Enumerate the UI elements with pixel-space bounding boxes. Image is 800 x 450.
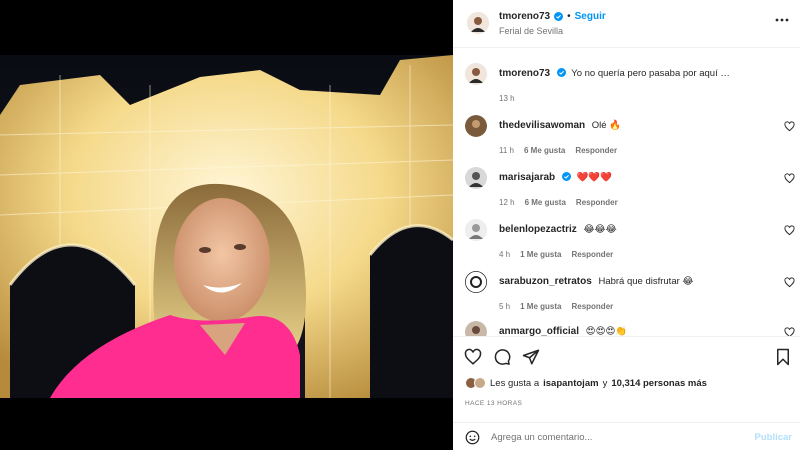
comments-list[interactable]: tmoreno73 Yo no quería pero pasaba por a…	[453, 49, 800, 336]
caption-body: Yo no quería pero pasaba por aquí …	[571, 68, 730, 79]
caption-text: tmoreno73 Yo no quería pero pasaba por a…	[499, 68, 730, 79]
post-author: tmoreno73 • Seguir	[499, 11, 606, 22]
post-location[interactable]: Ferial de Sevilla	[499, 26, 563, 36]
follow-button[interactable]: Seguir	[575, 11, 606, 22]
like-comment-heart-icon[interactable]	[784, 121, 795, 132]
like-comment-heart-icon[interactable]	[784, 327, 795, 336]
reply-button[interactable]: Responder	[575, 146, 617, 155]
share-paper-plane-icon[interactable]	[522, 348, 540, 366]
comment-text: belenlopezactriz 😂😂😂	[499, 224, 617, 235]
verified-badge-icon	[556, 68, 566, 77]
comment-username[interactable]: marisajarab	[499, 172, 555, 183]
like-comment-heart-icon[interactable]	[784, 225, 795, 236]
comment-input[interactable]	[491, 428, 741, 446]
comment-text: marisajarab ❤️❤️❤️	[499, 172, 612, 183]
like-comment-heart-icon[interactable]	[784, 173, 795, 184]
comment-time[interactable]: 11 h	[499, 146, 514, 155]
comment-body: Habrá que disfrutar 😂	[598, 276, 694, 287]
post-timestamp[interactable]: HACE 13 HORAS	[465, 400, 522, 407]
avatar[interactable]	[465, 321, 487, 336]
comment-likes[interactable]: 6 Me gusta	[524, 146, 565, 155]
more-options-icon[interactable]	[774, 14, 790, 26]
comment-body: ❤️❤️❤️	[576, 172, 612, 183]
comment-time[interactable]: 5 h	[499, 302, 510, 311]
likes-prefix: Les gusta a	[490, 377, 540, 389]
like-heart-icon[interactable]	[464, 348, 482, 366]
likes-count[interactable]: 10,314 personas más	[611, 378, 707, 389]
comment-likes[interactable]: 1 Me gusta	[520, 302, 561, 311]
liker-avatar	[474, 377, 486, 389]
comment-meta: 5 h 1 Me gusta Responder	[499, 302, 613, 311]
author-username[interactable]: tmoreno73	[499, 11, 550, 22]
comment-body: 😍😍😍👏	[585, 326, 628, 336]
comment-time[interactable]: 4 h	[499, 250, 510, 259]
likes-summary: Les gusta a isapantojam y 10,314 persona…	[465, 377, 707, 389]
caption-meta: 13 h	[499, 94, 515, 103]
verified-badge-icon	[561, 172, 571, 181]
feria-portada-photo	[0, 55, 453, 398]
avatar[interactable]	[465, 115, 487, 137]
comment-username[interactable]: belenlopezactriz	[499, 224, 577, 235]
caption-time[interactable]: 13 h	[499, 94, 515, 103]
avatar[interactable]	[465, 167, 487, 189]
likes-user[interactable]: isapantojam	[543, 378, 598, 389]
comment-likes[interactable]: 6 Me gusta	[525, 198, 566, 207]
comment-meta: 12 h 6 Me gusta Responder	[499, 198, 618, 207]
post-actions-bar	[453, 336, 800, 376]
comment-meta: 4 h 1 Me gusta Responder	[499, 250, 613, 259]
comment-text: anmargo_official 😍😍😍👏	[499, 326, 627, 336]
avatar[interactable]	[465, 271, 487, 293]
verified-badge-icon	[554, 12, 564, 21]
reply-button[interactable]: Responder	[571, 250, 613, 259]
save-bookmark-icon[interactable]	[774, 348, 792, 366]
likes-connector: y	[602, 377, 608, 389]
reply-button[interactable]: Responder	[576, 198, 618, 207]
comment-time[interactable]: 12 h	[499, 198, 515, 207]
publish-button[interactable]: Publicar	[755, 432, 793, 443]
post-media-panel	[0, 0, 453, 450]
comment-text: thedevilisawoman Olé 🔥	[499, 120, 621, 131]
emoji-smiley-icon[interactable]	[465, 430, 480, 445]
post-details-panel: tmoreno73 • Seguir Ferial de Sevilla tmo…	[453, 0, 800, 450]
comment-username[interactable]: anmargo_official	[499, 326, 579, 336]
comment-text: sarabuzon_retratos Habrá que disfrutar 😂	[499, 276, 694, 287]
post-photo[interactable]	[0, 55, 453, 398]
separator-dot: •	[567, 11, 571, 22]
comment-meta: 11 h 6 Me gusta Responder	[499, 146, 617, 155]
like-comment-heart-icon[interactable]	[784, 277, 795, 288]
comment-composer: Publicar	[453, 422, 800, 450]
comment-likes[interactable]: 1 Me gusta	[520, 250, 561, 259]
comment-bubble-icon[interactable]	[493, 348, 511, 366]
reply-button[interactable]: Responder	[571, 302, 613, 311]
caption-username[interactable]: tmoreno73	[499, 68, 550, 79]
avatar[interactable]	[465, 219, 487, 241]
comment-username[interactable]: sarabuzon_retratos	[499, 276, 592, 287]
comment-body: Olé 🔥	[591, 120, 622, 131]
post-header: tmoreno73 • Seguir Ferial de Sevilla	[453, 0, 800, 48]
comment-body: 😂😂😂	[583, 224, 617, 235]
avatar[interactable]	[467, 12, 489, 34]
comment-username[interactable]: thedevilisawoman	[499, 120, 585, 131]
avatar[interactable]	[465, 63, 487, 85]
